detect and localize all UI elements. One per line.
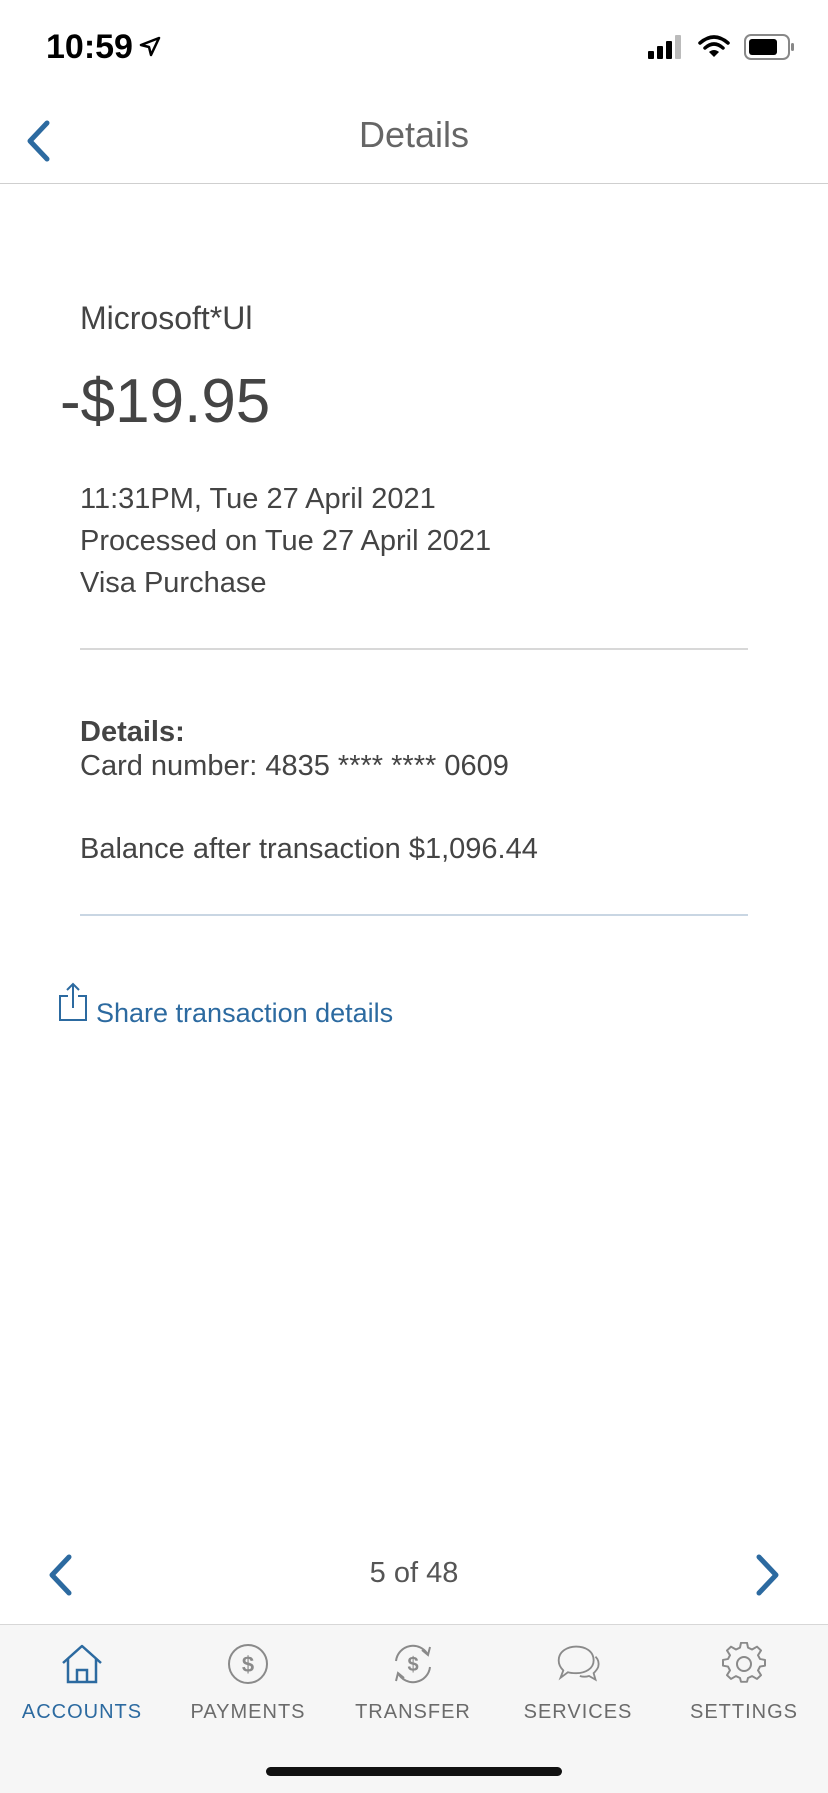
status-bar-icons — [648, 34, 796, 65]
chevron-right-icon — [756, 1554, 779, 1596]
section-divider — [80, 914, 748, 916]
home-indicator — [266, 1767, 562, 1776]
tab-transfer[interactable]: $ TRANSFER — [338, 1641, 488, 1724]
details-heading: Details: — [80, 716, 185, 748]
location-arrow-icon — [139, 28, 161, 67]
gear-icon — [721, 1641, 767, 1687]
balance-after-transaction: Balance after transaction $1,096.44 — [80, 833, 538, 865]
section-divider — [80, 648, 748, 650]
pager-position: 5 of 48 — [369, 1557, 459, 1589]
status-bar-time: 10:59 — [46, 28, 161, 67]
page-title: Details — [358, 114, 470, 155]
transaction-amount: -$19.95 — [60, 367, 271, 436]
wifi-icon — [698, 35, 730, 64]
clock-text: 10:59 — [46, 28, 133, 66]
battery-icon — [744, 34, 796, 65]
tab-label: TRANSFER — [355, 1701, 471, 1723]
next-transaction-button[interactable] — [748, 1552, 788, 1598]
tab-label: PAYMENTS — [190, 1701, 306, 1723]
tab-services[interactable]: SERVICES — [503, 1641, 653, 1724]
svg-text:$: $ — [242, 1652, 254, 1677]
processed-date: Processed on Tue 27 April 2021 — [80, 525, 492, 557]
tab-settings[interactable]: SETTINGS — [669, 1641, 819, 1724]
svg-text:$: $ — [407, 1654, 418, 1676]
transaction-datetime: 11:31PM, Tue 27 April 2021 — [80, 483, 436, 515]
merchant-name: Microsoft*Ul — [80, 300, 253, 336]
nav-divider — [0, 183, 828, 184]
tab-label: SERVICES — [523, 1701, 633, 1723]
share-label: Share transaction details — [96, 998, 394, 1028]
dollar-icon: $ — [225, 1641, 271, 1687]
share-icon — [58, 982, 88, 1029]
tab-accounts[interactable]: ACCOUNTS — [7, 1641, 157, 1724]
transaction-type: Visa Purchase — [80, 567, 267, 599]
tab-label: SETTINGS — [689, 1701, 798, 1723]
chat-icon — [555, 1641, 601, 1687]
cellular-signal-icon — [648, 35, 684, 64]
tab-payments[interactable]: $ PAYMENTS — [173, 1641, 323, 1724]
home-icon — [59, 1641, 105, 1687]
share-transaction-link[interactable]: Share transaction details — [58, 982, 393, 1029]
card-number: Card number: 4835 **** **** 0609 — [80, 750, 509, 782]
transfer-icon: $ — [390, 1641, 436, 1687]
tab-label: ACCOUNTS — [21, 1701, 143, 1723]
